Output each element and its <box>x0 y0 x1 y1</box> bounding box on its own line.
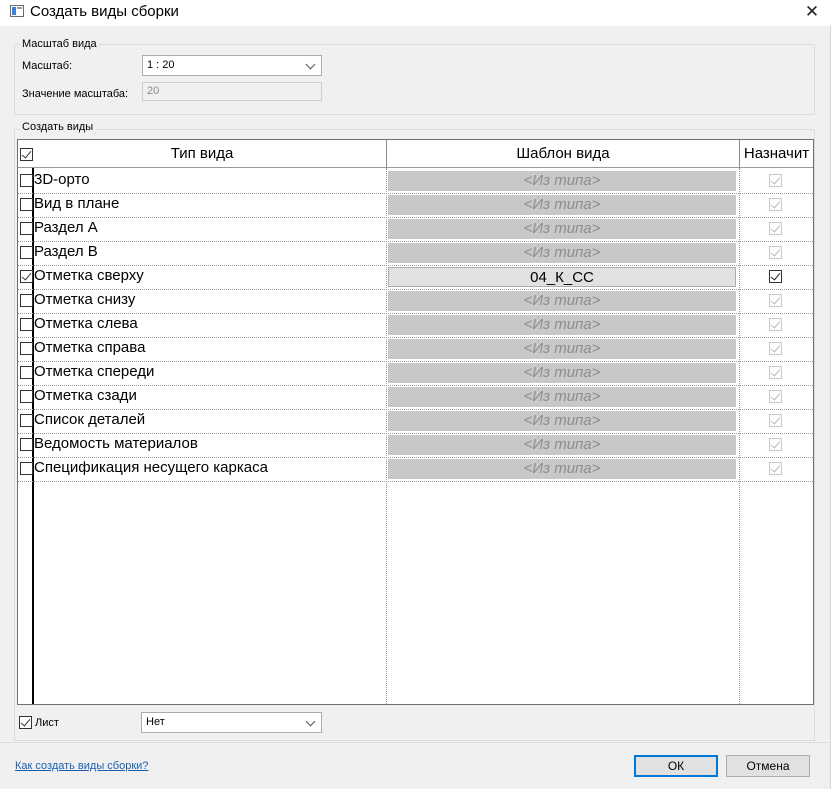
view-type-name: Ведомость материалов <box>34 435 198 452</box>
footer-separator <box>0 742 830 743</box>
row-checkbox[interactable] <box>20 414 33 427</box>
table-row[interactable]: Отметка сверху 04_К_СС <box>18 265 813 289</box>
views-group-label: Создать виды <box>20 121 96 133</box>
table-row[interactable]: Раздел В <Из типа> <box>18 241 813 265</box>
view-template-cell: <Из типа> <box>388 459 736 479</box>
scale-value-label: Значение масштаба: <box>22 88 129 100</box>
table-row[interactable]: Отметка справа <Из типа> <box>18 337 813 361</box>
col-divider-1 <box>386 140 387 169</box>
sheet-dropdown-value: Нет <box>146 716 165 728</box>
row-checkbox[interactable] <box>20 294 33 307</box>
row-checkbox[interactable] <box>20 438 33 451</box>
views-table: Тип вида Шаблон вида Назначит 3D-орто <Из… <box>17 139 814 705</box>
chevron-down-icon <box>304 715 318 729</box>
assign-checkbox <box>769 294 782 307</box>
sheet-dropdown[interactable]: Нет <box>141 712 322 733</box>
assign-checkbox <box>769 342 782 355</box>
scale-group <box>14 44 815 115</box>
view-template-cell: <Из типа> <box>388 387 736 407</box>
view-template-cell[interactable]: 04_К_СС <box>388 267 736 287</box>
table-row[interactable]: Ведомость материалов <Из типа> <box>18 433 813 457</box>
sheet-checkbox[interactable] <box>19 716 32 729</box>
row-checkbox[interactable] <box>20 366 33 379</box>
assign-checkbox <box>769 414 782 427</box>
assign-checkbox <box>769 438 782 451</box>
row-checkbox[interactable] <box>20 342 33 355</box>
row-divider <box>18 481 813 482</box>
view-template-cell: <Из типа> <box>388 291 736 311</box>
view-type-name: Вид в плане <box>34 195 120 212</box>
table-row[interactable]: Раздел А <Из типа> <box>18 217 813 241</box>
assign-checkbox <box>769 366 782 379</box>
assign-checkbox[interactable] <box>769 270 782 283</box>
col-divider-2 <box>739 140 740 169</box>
row-checkbox[interactable] <box>20 318 33 331</box>
assign-checkbox <box>769 222 782 235</box>
assign-checkbox <box>769 198 782 211</box>
view-type-name: Спецификация несущего каркаса <box>34 459 268 476</box>
help-link[interactable]: Как создать виды сборки? <box>15 760 148 772</box>
row-checkbox[interactable] <box>20 222 33 235</box>
assign-checkbox <box>769 174 782 187</box>
close-button[interactable]: ✕ <box>788 0 836 26</box>
select-all-checkbox[interactable] <box>20 148 33 161</box>
view-type-name: Отметка снизу <box>34 291 136 308</box>
table-row[interactable]: Отметка спереди <Из типа> <box>18 361 813 385</box>
row-checkbox[interactable] <box>20 198 33 211</box>
row-checkbox[interactable] <box>20 246 33 259</box>
view-type-name: Отметка спереди <box>34 363 155 380</box>
app-icon <box>10 5 24 17</box>
view-type-name: Отметка сверху <box>34 267 144 284</box>
table-row[interactable]: Список деталей <Из типа> <box>18 409 813 433</box>
view-template-cell: <Из типа> <box>388 411 736 431</box>
row-checkbox[interactable] <box>20 270 33 283</box>
view-template-cell: <Из типа> <box>388 435 736 455</box>
view-template-cell: <Из типа> <box>388 315 736 335</box>
window-border <box>830 26 836 789</box>
view-type-name: Отметка справа <box>34 339 146 356</box>
row-checkbox[interactable] <box>20 174 33 187</box>
scale-dropdown-value: 1 : 20 <box>147 59 175 71</box>
assign-checkbox <box>769 390 782 403</box>
view-type-name: 3D-орто <box>34 171 90 188</box>
view-type-name: Список деталей <box>34 411 146 428</box>
table-row[interactable]: Отметка сзади <Из типа> <box>18 385 813 409</box>
header-assign[interactable]: Назначит <box>740 140 813 168</box>
window-title: Создать виды сборки <box>30 3 179 20</box>
header-template[interactable]: Шаблон вида <box>387 140 739 168</box>
title-bar: Создать виды сборки ✕ <box>0 0 836 26</box>
ok-button[interactable]: ОК <box>634 755 718 777</box>
view-type-name: Отметка сзади <box>34 387 137 404</box>
view-template-cell: <Из типа> <box>388 171 736 191</box>
scale-dropdown[interactable]: 1 : 20 <box>142 55 322 76</box>
view-type-name: Раздел А <box>34 219 98 236</box>
table-row[interactable]: Спецификация несущего каркаса <Из типа> <box>18 457 813 481</box>
cancel-button[interactable]: Отмена <box>726 755 810 777</box>
view-template-cell: <Из типа> <box>388 363 736 383</box>
scale-value-field: 20 <box>142 82 322 101</box>
assign-checkbox <box>769 318 782 331</box>
scale-label: Масштаб: <box>22 60 73 72</box>
assign-checkbox <box>769 462 782 475</box>
table-row[interactable]: 3D-орто <Из типа> <box>18 169 813 193</box>
row-checkbox[interactable] <box>20 390 33 403</box>
scale-group-label: Масштаб вида <box>20 38 99 50</box>
table-row[interactable]: Вид в плане <Из типа> <box>18 193 813 217</box>
sheet-label: Лист <box>35 717 59 729</box>
view-template-cell: <Из типа> <box>388 243 736 263</box>
view-template-cell: <Из типа> <box>388 339 736 359</box>
chevron-down-icon <box>304 58 318 72</box>
table-row[interactable]: Отметка слева <Из типа> <box>18 313 813 337</box>
view-template-cell: <Из типа> <box>388 219 736 239</box>
view-type-name: Отметка слева <box>34 315 138 332</box>
view-template-cell: <Из типа> <box>388 195 736 215</box>
view-type-name: Раздел В <box>34 243 98 260</box>
table-row[interactable]: Отметка снизу <Из типа> <box>18 289 813 313</box>
assign-checkbox <box>769 246 782 259</box>
row-checkbox[interactable] <box>20 462 33 475</box>
header-view-type[interactable]: Тип вида <box>18 140 386 168</box>
